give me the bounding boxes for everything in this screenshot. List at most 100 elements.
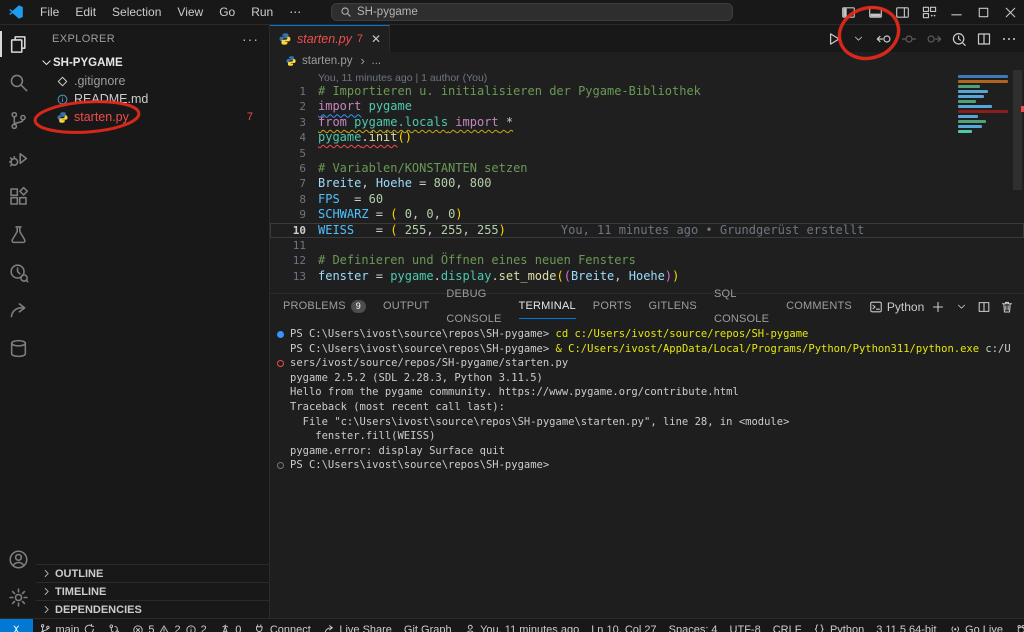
code-line-10[interactable]: 10WEISS = ( 255, 255, 255)You, 11 minute… bbox=[270, 223, 1024, 238]
kill-terminal[interactable] bbox=[998, 296, 1016, 318]
code-line-6[interactable]: 6# Variablen/KONSTANTEN setzen bbox=[270, 161, 1024, 176]
menu-edit[interactable]: Edit bbox=[67, 0, 104, 24]
status-go-live[interactable]: Go Live bbox=[943, 619, 1009, 632]
breadcrumb-file[interactable]: starten.py bbox=[302, 55, 353, 67]
minimap[interactable] bbox=[958, 75, 1010, 135]
panel-tab-comments[interactable]: COMMENTS bbox=[786, 294, 852, 319]
toggle-panel[interactable] bbox=[862, 0, 889, 24]
activity-run-and-debug[interactable] bbox=[0, 139, 36, 177]
explorer-header: EXPLORER ··· bbox=[36, 25, 269, 53]
activity-source-control[interactable] bbox=[0, 101, 36, 139]
code-line-4[interactable]: 4pygame.init() bbox=[270, 130, 1024, 145]
breadcrumb-rest[interactable]: ... bbox=[372, 55, 382, 67]
status-eol[interactable]: CRLF bbox=[767, 619, 808, 632]
activity-sql-database[interactable] bbox=[0, 329, 36, 367]
menu-view[interactable]: View bbox=[169, 0, 211, 24]
codelens-blame[interactable]: You, 11 minutes ago | 1 author (You) bbox=[318, 72, 1024, 84]
activity-testing[interactable] bbox=[0, 215, 36, 253]
activity-accounts[interactable] bbox=[0, 540, 36, 578]
run-python-file[interactable] bbox=[822, 27, 845, 50]
code-line-5[interactable]: 5 bbox=[270, 146, 1024, 161]
status-python-interpreter[interactable]: 3.11.5 64-bit bbox=[870, 619, 942, 632]
status-ports-forwarded[interactable]: 0 bbox=[213, 619, 248, 632]
activity-live-share[interactable] bbox=[0, 291, 36, 329]
status-language-mode[interactable]: Python bbox=[807, 619, 870, 632]
code-line-12[interactable]: 12# Definieren und Öffnen eines neuen Fe… bbox=[270, 253, 1024, 268]
menu-run[interactable]: Run bbox=[243, 0, 281, 24]
status-remote[interactable] bbox=[0, 619, 33, 632]
section-dependencies[interactable]: DEPENDENCIES bbox=[36, 600, 269, 618]
menu-file[interactable]: File bbox=[32, 0, 67, 24]
activity-gitlens[interactable] bbox=[0, 253, 36, 291]
command-center-search[interactable]: SH-pygame bbox=[331, 3, 733, 21]
file-starten[interactable]: starten.py7 bbox=[36, 108, 269, 126]
activity-settings[interactable] bbox=[0, 578, 36, 616]
panel-tab-problems[interactable]: PROBLEMS9 bbox=[283, 294, 366, 319]
activity-extensions[interactable] bbox=[0, 177, 36, 215]
panel-tab-ports[interactable]: PORTS bbox=[593, 294, 632, 319]
code-line-11[interactable]: 11 bbox=[270, 238, 1024, 253]
explorer-more-icon[interactable]: ··· bbox=[242, 31, 259, 47]
status-live-share[interactable]: Live Share bbox=[317, 619, 398, 632]
close-window-icon bbox=[1003, 5, 1018, 20]
editor-scrollbar[interactable] bbox=[1013, 70, 1022, 190]
folder-root[interactable]: SH-PYGAME bbox=[36, 53, 269, 72]
status-sql-connect[interactable]: Connect bbox=[247, 619, 316, 632]
menu-go[interactable]: Go bbox=[211, 0, 243, 24]
customize-layout[interactable] bbox=[916, 0, 943, 24]
panel-tab-gitlens[interactable]: GITLENS bbox=[649, 294, 697, 319]
command-decoration-run bbox=[277, 331, 284, 338]
terminal-profile[interactable]: Python bbox=[869, 296, 924, 318]
code-line-7[interactable]: 7Breite, Hoehe = 800, 800 bbox=[270, 176, 1024, 191]
live-share-icon bbox=[323, 623, 336, 632]
code-editor[interactable]: You, 11 minutes ago | 1 author (You) 1# … bbox=[270, 70, 1024, 293]
more-actions[interactable] bbox=[997, 27, 1020, 50]
status-gitlens-blame[interactable]: You, 11 minutes ago bbox=[458, 619, 586, 632]
split-editor[interactable] bbox=[972, 27, 995, 50]
status-git-compare[interactable] bbox=[102, 619, 127, 632]
panel-tab-output[interactable]: OUTPUT bbox=[383, 294, 429, 319]
code-line-9[interactable]: 9SCHWARZ = ( 0, 0, 0) bbox=[270, 207, 1024, 222]
maximize[interactable] bbox=[970, 0, 997, 24]
activity-explorer[interactable] bbox=[0, 25, 36, 63]
code-line-2[interactable]: 2import pygame bbox=[270, 99, 1024, 114]
status-quokka[interactable]: Quokka bbox=[1009, 619, 1024, 632]
status-branch[interactable]: main bbox=[33, 619, 102, 632]
menu-more[interactable]: ⋯ bbox=[281, 0, 309, 24]
code-line-8[interactable]: 8FPS = 60 bbox=[270, 192, 1024, 207]
close-window[interactable] bbox=[997, 0, 1024, 24]
section-timeline[interactable]: TIMELINE bbox=[36, 582, 269, 600]
toggle-secondary-sidebar[interactable] bbox=[889, 0, 916, 24]
split-terminal[interactable] bbox=[975, 296, 993, 318]
tab-starten-py[interactable]: starten.py 7 ✕ bbox=[270, 25, 390, 52]
run-and-debug-icon bbox=[8, 148, 29, 169]
minimize[interactable] bbox=[943, 0, 970, 24]
panel-tab-sql-console[interactable]: SQL CONSOLE bbox=[714, 294, 769, 319]
status-encoding[interactable]: UTF-8 bbox=[724, 619, 767, 632]
code-line-1[interactable]: 1# Importieren u. initialisieren der Pyg… bbox=[270, 84, 1024, 99]
status-cursor-position[interactable]: Ln 10, Col 27 bbox=[585, 619, 662, 632]
next-change[interactable] bbox=[922, 27, 945, 50]
tab-close-icon[interactable]: ✕ bbox=[371, 32, 381, 46]
menu-selection[interactable]: Selection bbox=[104, 0, 169, 24]
activity-search[interactable] bbox=[0, 63, 36, 101]
status-indentation[interactable]: Spaces: 4 bbox=[663, 619, 724, 632]
previous-change[interactable] bbox=[872, 27, 895, 50]
code-line-13[interactable]: 13fenster = pygame.display.set_mode((Bre… bbox=[270, 269, 1024, 284]
code-line-3[interactable]: 3from pygame.locals import * bbox=[270, 115, 1024, 130]
file-readme[interactable]: README.md bbox=[36, 90, 269, 108]
run-dropdown[interactable] bbox=[847, 27, 870, 50]
panel-tab-debug-console[interactable]: DEBUG CONSOLE bbox=[446, 294, 501, 319]
status-problems-summary[interactable]: 522 bbox=[126, 619, 212, 632]
toggle-primary-sidebar[interactable] bbox=[835, 0, 862, 24]
launch-profile-dropdown[interactable] bbox=[952, 296, 970, 318]
panel-tab-terminal[interactable]: TERMINAL bbox=[519, 294, 576, 319]
live-preview[interactable] bbox=[947, 27, 970, 50]
file-gitignore[interactable]: .gitignore bbox=[36, 72, 269, 90]
section-outline[interactable]: OUTLINE bbox=[36, 564, 269, 582]
new-terminal[interactable] bbox=[929, 296, 947, 318]
open-changes[interactable] bbox=[897, 27, 920, 50]
status-git-graph[interactable]: Git Graph bbox=[398, 619, 458, 632]
breadcrumb[interactable]: starten.py ... bbox=[270, 52, 1024, 70]
terminal[interactable]: PS C:\Users\ivost\source\repos\SH-pygame… bbox=[270, 319, 1024, 473]
